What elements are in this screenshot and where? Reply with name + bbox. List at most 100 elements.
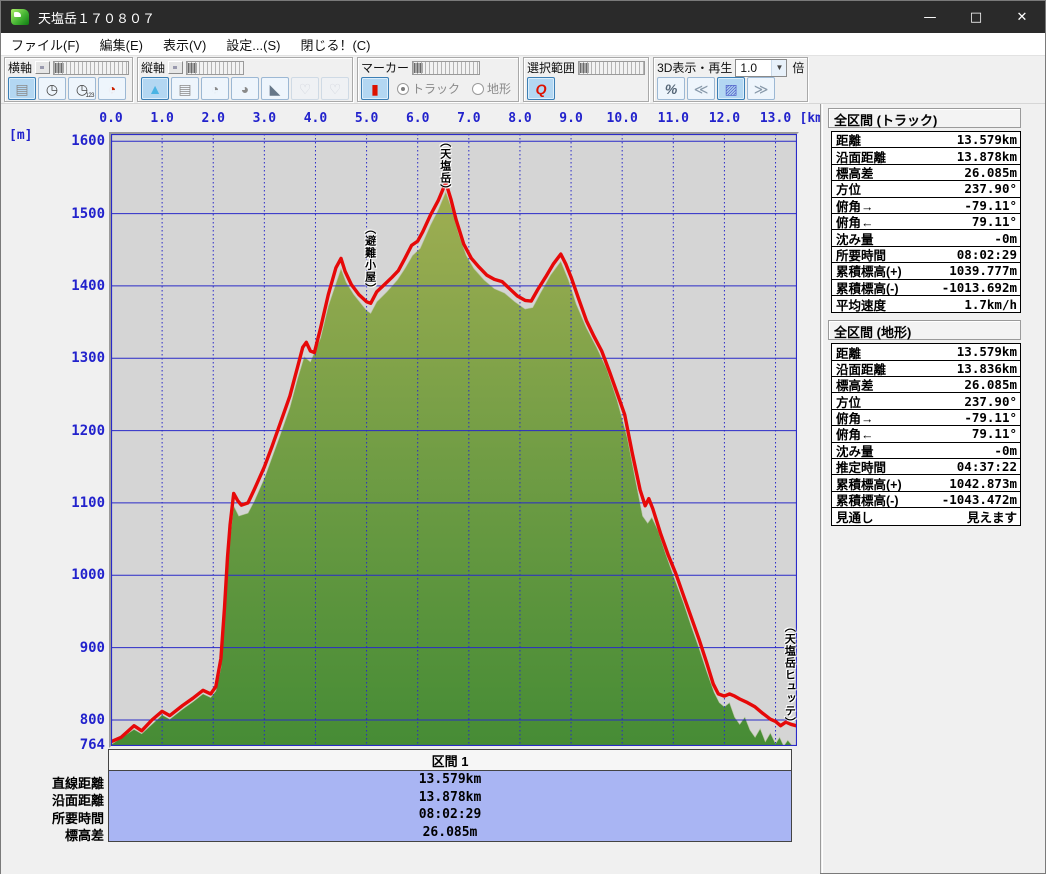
minimize-button[interactable]: — [907,1,953,33]
stat-label: 平均速度 [836,295,886,314]
stop-button[interactable]: ▨ [717,77,745,100]
slider-thumb[interactable] [414,63,423,73]
table-row: 累積標高(-)-1043.472m [832,492,1020,508]
stat-value: 1039.777m [949,263,1017,278]
range-slider[interactable] [53,61,129,75]
slider-thumb[interactable] [55,63,64,73]
y-axis-tick-label: 1400 [1,278,105,294]
ruler-icon: ▤ [15,82,28,96]
stat-value: 79.11° [972,426,1017,441]
slope-button[interactable]: ◣ [261,77,289,100]
section-value-1: 13.579km [109,771,791,789]
menu-bar: ファイル(F)編集(E)表示(V)設定...(S)閉じる！(C) [1,33,1045,56]
stat-value: 13.579km [957,132,1017,147]
stop-icon: ▨ [724,82,737,96]
x-axis-tick-label: 0.0 [91,111,131,126]
elapsed-time-axis-button[interactable]: ◔ [98,77,126,100]
x-axis-tick-label: 8.0 [500,111,540,126]
clock-quarter-icon: ◔ [108,82,116,96]
extra-axis-2-button: ♡ [321,77,349,100]
rewind-button[interactable]: ≪ [687,77,715,100]
elevation-profile-plot[interactable] [111,134,797,746]
window-title: 天塩岳１７０８０７ [38,8,155,27]
range-slider[interactable] [186,61,244,75]
table-row: 平均速度1.7km/h [832,296,1020,312]
stat-value: 04:37:22 [957,459,1017,474]
section-value-4: 26.085m [109,824,791,842]
y-axis-tick-label: 1100 [1,495,105,511]
y-axis-tick-label: 800 [1,712,105,728]
toolbar-group-label: 横軸 [8,59,32,76]
marker-pen-button[interactable]: ▮ [361,77,389,100]
range-slider[interactable] [578,61,645,75]
radio-label: トラック [412,80,460,97]
ghost-icon: ♡ [329,82,342,96]
toolbar-group-5: 3D表示・再生1.0▼倍%≪▨≫ [653,57,808,102]
x-axis-tick-label: 9.0 [551,111,591,126]
section-row-label-4: 標高差 [1,825,104,844]
select-range-button[interactable]: Q [527,77,555,100]
close-button[interactable]: ✕ [999,1,1045,33]
slope-icon: ◣ [270,82,281,96]
radio-terrain[interactable] [472,83,484,95]
stat-value: 79.11° [972,214,1017,229]
marker-pen-icon: ▮ [371,82,379,96]
3d-view-button[interactable]: % [657,77,685,100]
content-area: [m][km]0.01.02.03.04.05.06.07.08.09.010.… [1,104,1045,873]
titlebar: 天塩岳１７０８０７ — □ ✕ [1,1,1045,33]
x-axis-tick-label: 11.0 [653,111,693,126]
menu-item-3[interactable]: 表示(V) [153,33,216,56]
gauge-clock-icon: ◕ [241,82,249,96]
panel-table-terrain: 距離13.579km沿面距離13.836km標高差26.085m方位237.90… [831,343,1021,525]
chart-annotation-2: （避難小屋） [362,223,378,295]
mini-toggle-button[interactable] [35,61,50,74]
pace-gauge-button[interactable]: ◕ [231,77,259,100]
x-axis-tick-label: 3.0 [244,111,284,126]
time-axis-button[interactable]: ◷ [38,77,66,100]
menu-item-1[interactable]: ファイル(F) [1,33,90,56]
distance-vaxis-button[interactable]: ▤ [171,77,199,100]
elevation-axis-button[interactable]: ▲ [141,77,169,100]
forward-button[interactable]: ≫ [747,77,775,100]
stat-label: 見通し [836,507,874,526]
x-axis-tick-label: 5.0 [347,111,387,126]
ghost-icon: ♡ [299,82,312,96]
table-row: 累積標高(-)-1013.692m [832,280,1020,296]
chevron-down-icon[interactable]: ▼ [771,60,786,76]
distance-axis-button[interactable]: ▤ [8,77,36,100]
radio-track[interactable] [397,83,409,95]
stat-value: 13.579km [957,344,1017,359]
playback-speed-select[interactable]: 1.0▼ [735,59,787,77]
window-controls: — □ ✕ [907,1,1045,33]
stat-value: 26.085m [964,165,1017,180]
x-axis-tick-label: 13.0 [756,111,796,126]
speed-gauge-button[interactable]: ◔ [201,77,229,100]
range-slider[interactable] [412,61,480,75]
section-row-label-1: 直線距離 [1,773,104,792]
x-axis-tick-label: 4.0 [295,111,335,126]
slider-thumb[interactable] [580,63,589,73]
y-axis-tick-label: 1500 [1,206,105,222]
menu-item-4[interactable]: 設定...(S) [216,33,290,56]
y-axis-tick-label: 1200 [1,423,105,439]
menu-item-2[interactable]: 編集(E) [90,33,153,56]
toolbar-group-2: 縦軸▲▤◔◕◣♡♡ [137,57,353,102]
gauge-icon: ◔ [211,82,219,96]
stat-value: 1042.873m [949,476,1017,491]
menu-item-5[interactable]: 閉じる！(C) [290,33,380,56]
section-row-label-3: 所要時間 [1,808,104,827]
stat-value: -0m [994,443,1017,458]
section-value-2: 13.878km [109,789,791,807]
maximize-button[interactable]: □ [953,1,999,33]
mini-toggle-button[interactable] [168,61,183,74]
time-number-axis-button[interactable]: ◷123 [68,77,96,100]
clock-icon: ◷ [46,82,58,96]
stat-value: -0m [994,231,1017,246]
plot-frame [109,132,799,748]
extra-axis-1-button: ♡ [291,77,319,100]
rewind-icon: ≪ [694,82,709,96]
stat-value: 08:02:29 [957,247,1017,262]
app-window: 天塩岳１７０８０７ — □ ✕ ファイル(F)編集(E)表示(V)設定...(S… [0,0,1046,874]
toolbar-group-1: 横軸 ▤ ◷ ◷123 ◔ [4,57,133,102]
slider-thumb[interactable] [188,63,197,73]
